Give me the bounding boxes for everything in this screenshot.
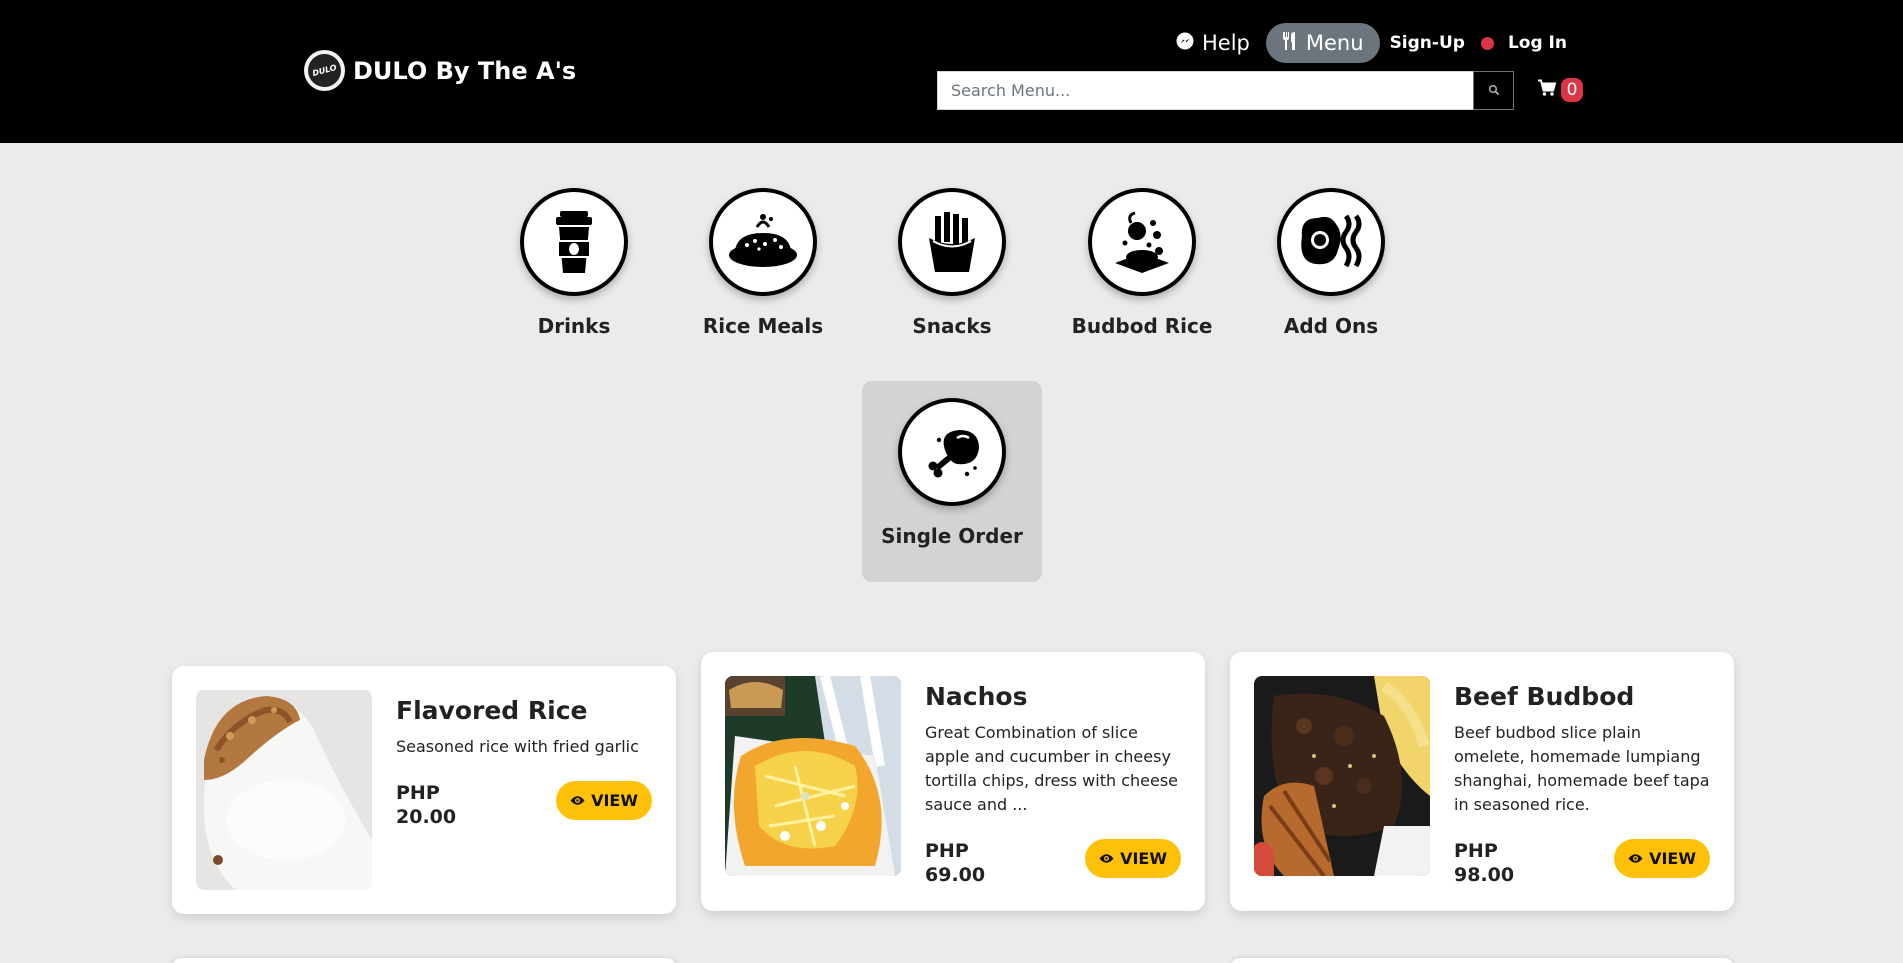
- product-info: Flavored Rice Seasoned rice with fried g…: [396, 690, 652, 890]
- product-card-next-row[interactable]: [172, 958, 676, 963]
- product-price: PHP 69.00: [925, 840, 986, 886]
- category-snacks[interactable]: Snacks: [862, 188, 1042, 338]
- rice-bowl-icon: [709, 188, 817, 296]
- view-label: VIEW: [591, 791, 638, 810]
- product-name: Flavored Rice: [396, 696, 588, 725]
- category-rice-meals[interactable]: Rice Meals: [673, 188, 853, 338]
- category-label: Rice Meals: [702, 314, 824, 338]
- category-drinks[interactable]: Drinks: [484, 188, 664, 338]
- search-form: [937, 71, 1514, 110]
- help-label: Help: [1202, 31, 1250, 55]
- category-label: Single Order: [881, 524, 1023, 548]
- cart-count-badge: 0: [1561, 78, 1583, 102]
- cart-button[interactable]: 0: [1537, 78, 1583, 102]
- category-label: Add Ons: [1283, 314, 1379, 338]
- product-name: Beef Budbod: [1454, 682, 1635, 711]
- product-card[interactable]: Nachos Great Combination of slice apple …: [701, 652, 1205, 911]
- search-icon: [1488, 81, 1500, 100]
- view-label: VIEW: [1649, 849, 1696, 868]
- view-button[interactable]: VIEW: [1085, 839, 1181, 878]
- product-description: Great Combination of slice apple and cuc…: [925, 723, 1179, 814]
- category-single-order[interactable]: Single Order: [862, 381, 1042, 582]
- login-link[interactable]: Log In: [1508, 33, 1567, 53]
- category-label: Budbod Rice: [1071, 314, 1213, 338]
- utensils-icon: [1282, 31, 1298, 56]
- eye-icon: [570, 791, 585, 810]
- brand[interactable]: DULO DULO By The A's: [304, 50, 576, 91]
- brand-name: DULO By The A's: [353, 56, 577, 85]
- product-price: PHP 98.00: [1454, 840, 1515, 886]
- product-info: Beef Budbod Beef budbod slice plain omel…: [1454, 676, 1710, 887]
- eye-icon: [1628, 849, 1643, 868]
- menu-label: Menu: [1305, 31, 1364, 55]
- product-card[interactable]: Beef Budbod Beef budbod slice plain omel…: [1230, 652, 1734, 911]
- top-navbar: DULO DULO By The A's Help Menu Sign-Up L…: [0, 0, 1903, 143]
- nachos-photo: [725, 676, 901, 876]
- budbod-rice-icon: [1088, 188, 1196, 296]
- view-button[interactable]: VIEW: [1614, 839, 1710, 878]
- auth-links: Sign-Up Log In: [1390, 33, 1567, 53]
- eye-icon: [1099, 849, 1114, 868]
- search-button[interactable]: [1473, 71, 1514, 110]
- product-footer: PHP 20.00 VIEW: [396, 781, 652, 829]
- status-dot-icon: [1480, 36, 1494, 50]
- fries-icon: [898, 188, 1006, 296]
- brand-logo: DULO: [304, 50, 345, 91]
- help-link[interactable]: Help: [1160, 23, 1266, 63]
- product-info: Nachos Great Combination of slice apple …: [925, 676, 1181, 887]
- beef-budbod-photo: [1254, 676, 1430, 876]
- category-label: Drinks: [537, 314, 611, 338]
- product-name: Nachos: [925, 682, 1028, 711]
- search-input[interactable]: [937, 71, 1473, 110]
- product-price: PHP 20.00: [396, 782, 457, 828]
- garlic-rice-photo: [196, 690, 372, 890]
- category-budbod-rice[interactable]: Budbod Rice: [1052, 188, 1232, 338]
- messenger-icon: [1176, 31, 1194, 55]
- view-button[interactable]: VIEW: [556, 781, 652, 820]
- view-label: VIEW: [1120, 849, 1167, 868]
- product-description: Beef budbod slice plain omelete, homemad…: [1454, 723, 1710, 814]
- coffee-cup-icon: [520, 188, 628, 296]
- product-description: Seasoned rice with fried garlic: [396, 737, 639, 756]
- product-footer: PHP 69.00 VIEW: [925, 839, 1181, 887]
- product-footer: PHP 98.00 VIEW: [1454, 839, 1710, 887]
- product-card[interactable]: Flavored Rice Seasoned rice with fried g…: [172, 666, 676, 914]
- category-add-ons[interactable]: Add Ons: [1241, 188, 1421, 338]
- chicken-leg-icon: [898, 398, 1006, 506]
- signup-link[interactable]: Sign-Up: [1390, 33, 1465, 53]
- brand-logo-text: DULO: [304, 50, 345, 91]
- category-label: Snacks: [912, 314, 992, 338]
- menu-link[interactable]: Menu: [1265, 23, 1380, 63]
- main-nav: Help Menu Sign-Up Log In: [1160, 23, 1567, 63]
- egg-bacon-icon: [1277, 188, 1385, 296]
- product-card-next-row[interactable]: [1230, 958, 1734, 963]
- cart-icon: [1537, 79, 1557, 101]
